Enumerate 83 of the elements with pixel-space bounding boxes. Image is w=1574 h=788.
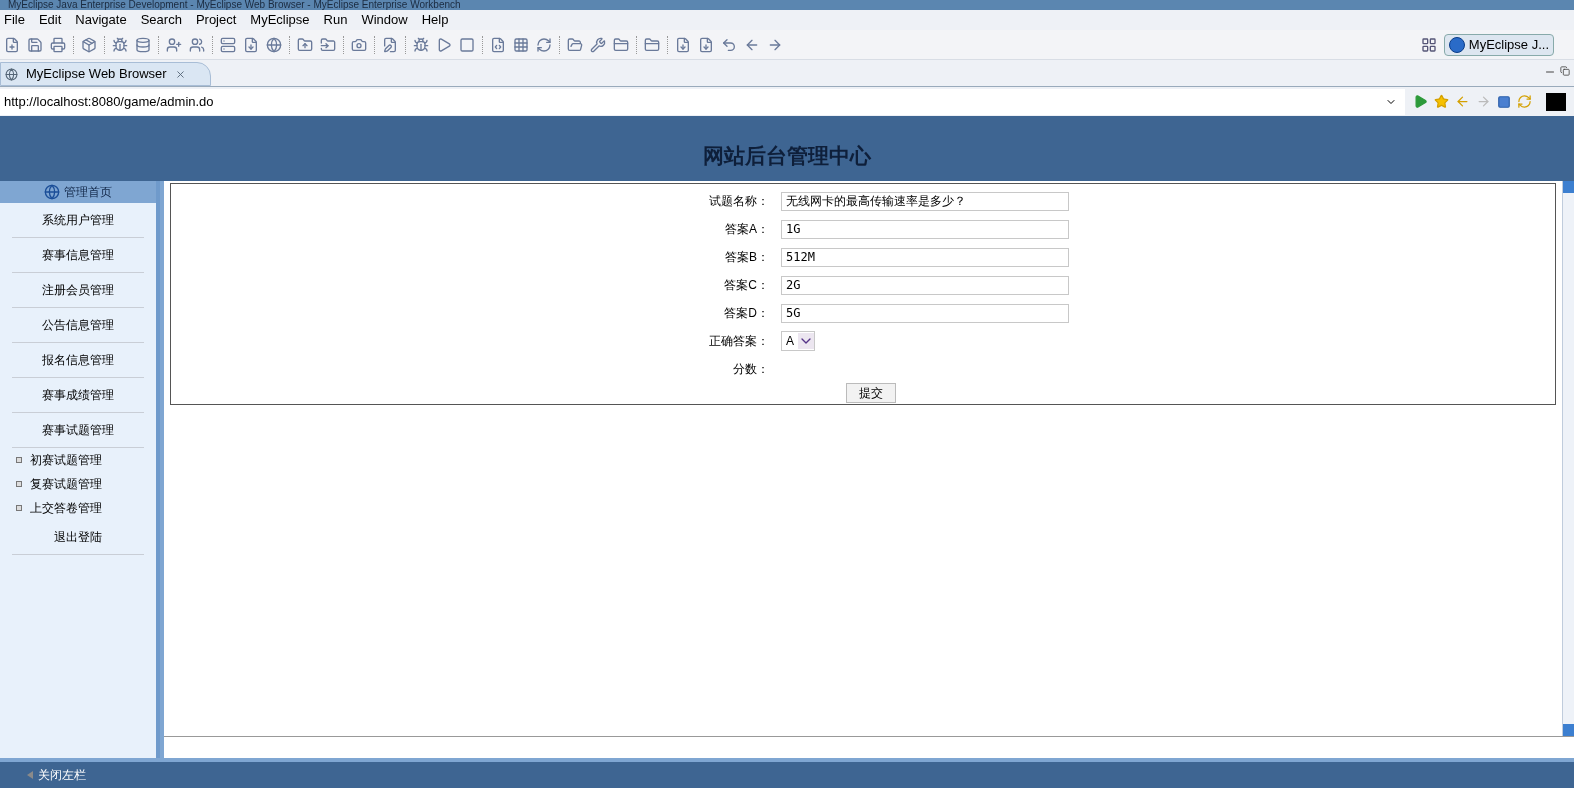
field-label: 正确答案： (708, 333, 770, 350)
menu-item[interactable]: Project (195, 10, 237, 30)
file-download-icon[interactable] (243, 36, 259, 53)
new-file-icon[interactable] (4, 36, 20, 53)
address-field[interactable]: http://localhost:8080/game/admin.do (0, 88, 1405, 115)
refresh-icon[interactable] (536, 36, 552, 53)
bug-icon[interactable] (112, 36, 128, 53)
star-icon[interactable] (1434, 94, 1449, 109)
user-plus-icon[interactable] (166, 36, 182, 53)
folder-input-icon[interactable] (320, 36, 336, 53)
submit-button[interactable]: 提交 (846, 383, 896, 403)
close-icon[interactable] (174, 68, 186, 80)
sidebar-item[interactable]: 赛事成绩管理 (12, 378, 144, 413)
folder-up-icon[interactable] (297, 36, 313, 53)
perspective-logo-icon (1448, 36, 1465, 53)
answer-field[interactable]: 512M (781, 247, 1069, 267)
page-title: 网站后台管理中心 (703, 142, 871, 170)
menu-item[interactable]: Window (361, 10, 408, 30)
answer-select[interactable]: A (781, 331, 815, 351)
camera-icon[interactable] (351, 36, 367, 53)
globe-icon (44, 184, 60, 200)
sidebar-subitem[interactable]: 上交答卷管理 (30, 499, 102, 517)
download-icon[interactable] (675, 36, 691, 53)
refresh-icon[interactable] (1517, 94, 1532, 109)
sidebar-subitem[interactable]: 复赛试题管理 (30, 475, 102, 493)
menu-item[interactable]: Help (421, 10, 449, 30)
sidebar-item[interactable]: 系统用户管理 (12, 203, 144, 238)
answer-field[interactable]: 2G (781, 275, 1069, 295)
close-sidebar-link[interactable]: 关闭左栏 (38, 766, 86, 784)
back-icon[interactable] (1455, 94, 1470, 109)
package-icon[interactable] (81, 36, 97, 53)
perspective-button[interactable]: MyEclipse J... (1443, 33, 1554, 56)
field-label: 答案B： (724, 249, 770, 266)
save-icon[interactable] (27, 36, 43, 53)
folder-open-icon[interactable] (567, 36, 583, 53)
sidebar-item[interactable]: 赛事信息管理 (12, 238, 144, 273)
window-title: MyEclipse Java Enterprise Development - MyEclipse Web Browser - MyEclipse Enterprise Workbench (7, 0, 461, 10)
sidebar-item[interactable]: 公告信息管理 (12, 308, 144, 343)
sidebar-item[interactable]: 报名信息管理 (12, 343, 144, 378)
field-label: 答案D： (723, 305, 770, 322)
undo-icon[interactable] (721, 36, 737, 53)
globe-icon[interactable] (266, 36, 282, 53)
database-icon[interactable] (135, 36, 151, 53)
grid-icon[interactable] (513, 36, 529, 53)
menu-item[interactable]: Navigate (75, 10, 127, 30)
menu-item[interactable]: Search (140, 10, 182, 30)
field-label: 答案C： (723, 277, 770, 294)
menu-item[interactable]: Run (323, 10, 348, 30)
menu-item[interactable]: Edit (38, 10, 62, 30)
answer-field[interactable]: 5G (781, 303, 1069, 323)
download-icon[interactable] (698, 36, 714, 53)
bullet-icon (16, 457, 22, 463)
sidebar-item[interactable]: 退出登陆 (12, 520, 144, 555)
folder-icon[interactable] (644, 36, 660, 53)
stop-icon[interactable] (1497, 94, 1511, 109)
file-code-icon[interactable] (490, 36, 506, 53)
folder-icon[interactable] (613, 36, 629, 53)
server-icon[interactable] (220, 36, 236, 53)
bullet-icon (16, 481, 22, 487)
debug-icon[interactable] (413, 36, 429, 53)
users-icon[interactable] (189, 36, 205, 53)
restore-icon[interactable] (1560, 66, 1570, 76)
field-label: 答案A： (724, 221, 770, 238)
dropdown-icon (798, 333, 814, 349)
sidebar-item[interactable]: 注册会员管理 (12, 273, 144, 308)
answer-field[interactable]: 1G (781, 219, 1069, 239)
sidebar-item[interactable]: 赛事试题管理 (12, 413, 144, 448)
editor-tab[interactable]: MyEclipse Web Browser (0, 62, 211, 86)
field-label: 试题名称： (708, 193, 770, 210)
run-icon[interactable] (436, 36, 452, 53)
wrench-icon[interactable] (590, 36, 606, 53)
field-label: 分数： (732, 361, 770, 378)
menu-item[interactable]: File (4, 10, 25, 30)
bullet-icon (16, 505, 22, 511)
file-edit-icon[interactable] (382, 36, 398, 53)
open-perspective-icon[interactable] (1420, 36, 1437, 53)
globe-icon (5, 67, 18, 81)
answer-field[interactable]: 无线网卡的最高传输速率是多少？ (781, 191, 1069, 211)
menu-item[interactable]: MyEclipse (250, 10, 310, 30)
stop-icon[interactable] (459, 36, 475, 53)
go-icon[interactable] (1413, 94, 1428, 109)
print-icon[interactable] (50, 36, 66, 53)
sidebar-subitem[interactable]: 初赛试题管理 (30, 451, 102, 469)
